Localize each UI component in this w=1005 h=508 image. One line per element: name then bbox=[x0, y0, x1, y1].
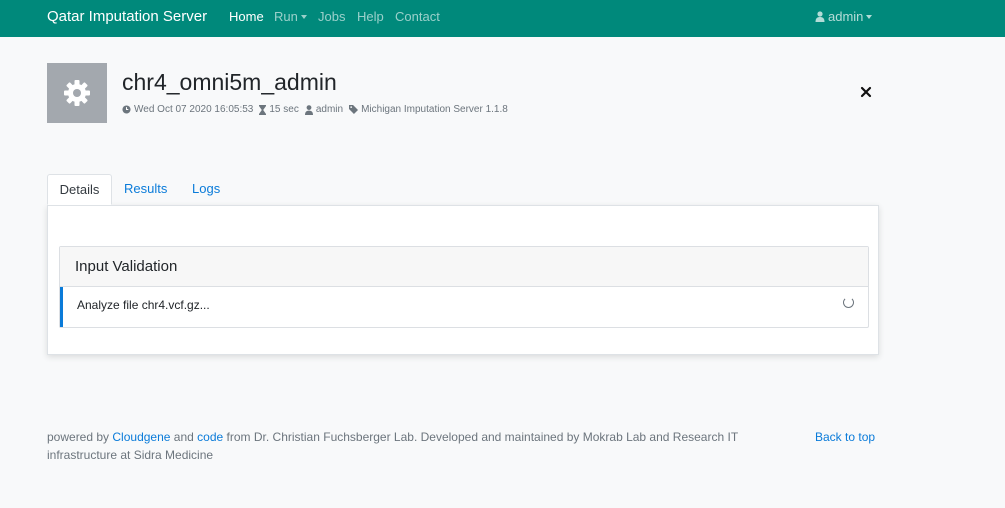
nav-run-label: Run bbox=[274, 9, 298, 24]
tab-logs[interactable]: Logs bbox=[192, 174, 220, 205]
gear-icon bbox=[64, 80, 90, 106]
job-icon-box bbox=[47, 63, 107, 123]
validation-step: Analyze file chr4.vcf.gz... bbox=[60, 287, 868, 327]
nav-contact[interactable]: Contact bbox=[395, 9, 440, 24]
card-header: Input Validation bbox=[60, 247, 868, 287]
user-menu-dropdown[interactable]: admin bbox=[815, 9, 873, 24]
nav-help[interactable]: Help bbox=[357, 9, 384, 24]
clock-icon bbox=[122, 105, 131, 114]
meta-duration: 15 sec bbox=[259, 104, 299, 115]
tab-details[interactable]: Details bbox=[47, 174, 112, 205]
nav-jobs[interactable]: Jobs bbox=[318, 9, 345, 24]
tab-results[interactable]: Results bbox=[124, 174, 167, 205]
close-icon[interactable] bbox=[859, 85, 873, 99]
footer: powered by Cloudgene and code from Dr. C… bbox=[47, 428, 807, 464]
chevron-down-icon bbox=[300, 14, 307, 19]
brand-link[interactable]: Qatar Imputation Server bbox=[47, 8, 207, 25]
hourglass-icon bbox=[259, 104, 267, 115]
footer-text: and bbox=[173, 430, 194, 444]
meta-date: Wed Oct 07 2020 16:05:53 bbox=[122, 104, 253, 115]
cloudgene-link[interactable]: Cloudgene bbox=[112, 430, 170, 444]
input-validation-card: Input Validation Analyze file chr4.vcf.g… bbox=[59, 246, 869, 328]
job-meta: Wed Oct 07 2020 16:05:53 15 sec admin Mi… bbox=[122, 104, 514, 115]
spinner-icon bbox=[843, 297, 854, 308]
navbar: Qatar Imputation Server Home Run Jobs He… bbox=[0, 0, 1005, 37]
details-panel: Input Validation Analyze file chr4.vcf.g… bbox=[47, 205, 879, 355]
meta-user-text: admin bbox=[315, 104, 344, 115]
footer-text: powered by bbox=[47, 430, 110, 444]
validation-step-text: Analyze file chr4.vcf.gz... bbox=[77, 298, 210, 312]
user-menu-label: admin bbox=[828, 9, 864, 24]
back-to-top-link[interactable]: Back to top bbox=[815, 428, 875, 446]
user-icon bbox=[815, 11, 825, 22]
tag-icon bbox=[349, 105, 359, 114]
meta-app-text: Michigan Imputation Server 1.1.8 bbox=[361, 104, 508, 115]
nav-run-dropdown[interactable]: Run bbox=[274, 9, 307, 24]
code-link[interactable]: code bbox=[197, 430, 223, 444]
meta-user: admin bbox=[304, 104, 344, 115]
chevron-down-icon bbox=[866, 14, 873, 19]
meta-app: Michigan Imputation Server 1.1.8 bbox=[349, 104, 508, 115]
nav-home[interactable]: Home bbox=[229, 9, 264, 24]
user-icon bbox=[304, 104, 313, 115]
meta-duration-text: 15 sec bbox=[269, 104, 299, 115]
job-title: chr4_omni5m_admin bbox=[122, 69, 337, 95]
meta-date-text: Wed Oct 07 2020 16:05:53 bbox=[134, 104, 254, 115]
